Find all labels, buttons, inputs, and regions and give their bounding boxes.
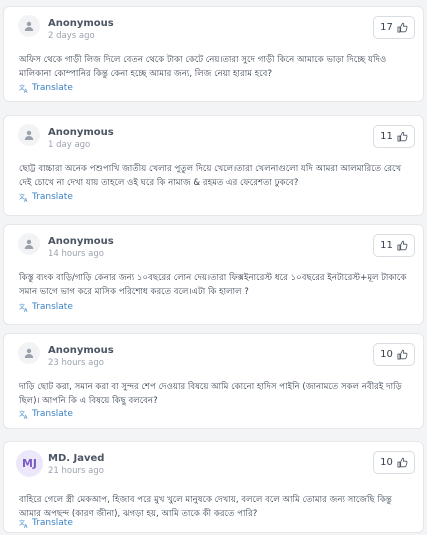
translate-icon: 文A (19, 519, 28, 528)
like-button[interactable]: 10 (373, 343, 415, 366)
author-name[interactable]: Anonymous (48, 236, 114, 247)
translate-icon: 文A (19, 303, 28, 312)
avatar[interactable] (18, 342, 40, 364)
translate-label: Translate (32, 83, 73, 93)
author-name[interactable]: Anonymous (48, 18, 114, 29)
avatar[interactable] (18, 15, 40, 37)
translate-link[interactable]: 文A Translate (19, 192, 73, 202)
like-button[interactable]: 11 (373, 234, 415, 257)
avatar-initials: MJ (21, 457, 38, 470)
comment-text: দাড়ি ছোট করা, সমান করা বা সুন্দর শেপ দে… (19, 382, 402, 406)
avatar[interactable] (18, 233, 40, 255)
translate-link[interactable]: 文A Translate (19, 83, 73, 93)
thumbs-up-icon (397, 240, 408, 251)
user-icon (24, 239, 34, 249)
translate-label: Translate (32, 409, 73, 419)
timestamp: 23 hours ago (48, 358, 104, 368)
comment-card: Anonymous 23 hours ago 10 দাড়ি ছোট করা,… (3, 333, 424, 429)
thumbs-up-icon (397, 349, 408, 360)
like-button[interactable]: 10 (373, 451, 415, 474)
author-name[interactable]: Anonymous (48, 345, 114, 356)
translate-icon: 文A (19, 84, 28, 93)
timestamp: 21 hours ago (48, 466, 104, 476)
like-count: 11 (380, 240, 393, 251)
thumbs-up-icon (397, 131, 408, 142)
like-count: 17 (380, 22, 393, 33)
user-icon (24, 130, 34, 140)
timestamp: 1 day ago (48, 140, 91, 150)
comment-text: বাহিরে গেলে স্ত্রী মেকআপ, হিজাব পরে মুখ … (19, 495, 392, 519)
author-name[interactable]: MD. Javed (48, 453, 104, 464)
like-count: 10 (380, 349, 393, 360)
comment-text: অফিস থেকে গাড়ী লিজ দিলে বেতন থেকে টাকা … (19, 55, 387, 79)
avatar[interactable] (18, 124, 40, 146)
comment-card: Anonymous 2 days ago 17 অফিস থেকে গাড়ী … (3, 6, 424, 102)
thumbs-up-icon (397, 22, 408, 33)
translate-link[interactable]: 文A Translate (19, 518, 73, 528)
comment-text: ছোট্ট বাচ্চারা অনেক পশুপাখি জাতীয় খেলার… (19, 164, 402, 188)
like-count: 10 (380, 457, 393, 468)
svg-text:A: A (24, 89, 28, 93)
translate-icon: 文A (19, 410, 28, 419)
author-name[interactable]: Anonymous (48, 127, 114, 138)
user-icon (24, 21, 34, 31)
thumbs-up-icon (397, 457, 408, 468)
translate-icon: 文A (19, 193, 28, 202)
avatar[interactable]: MJ (16, 450, 43, 477)
like-button[interactable]: 17 (373, 16, 415, 39)
timestamp: 14 hours ago (48, 249, 104, 259)
comment-card: MJ MD. Javed 21 hours ago 10 বাহিরে গেলে… (3, 441, 424, 533)
svg-text:A: A (24, 308, 28, 312)
comment-feed: Anonymous 2 days ago 17 অফিস থেকে গাড়ী … (0, 0, 427, 535)
translate-link[interactable]: 文A Translate (19, 302, 73, 312)
svg-text:A: A (24, 524, 28, 528)
comment-card: Anonymous 1 day ago 11 ছোট্ট বাচ্চারা অন… (3, 115, 424, 216)
translate-label: Translate (32, 192, 73, 202)
like-button[interactable]: 11 (373, 125, 415, 148)
translate-label: Translate (32, 518, 73, 528)
translate-link[interactable]: 文A Translate (19, 409, 73, 419)
svg-text:A: A (24, 415, 28, 419)
comment-card: Anonymous 14 hours ago 11 কিস্তু ব্যংক ব… (3, 224, 424, 325)
user-icon (24, 348, 34, 358)
svg-text:A: A (24, 198, 28, 202)
translate-label: Translate (32, 302, 73, 312)
comment-text: কিস্তু ব্যংক বাড়ি/গাড়ি কেনার জন্য ১০বছ… (19, 273, 407, 297)
like-count: 11 (380, 131, 393, 142)
timestamp: 2 days ago (48, 31, 95, 41)
